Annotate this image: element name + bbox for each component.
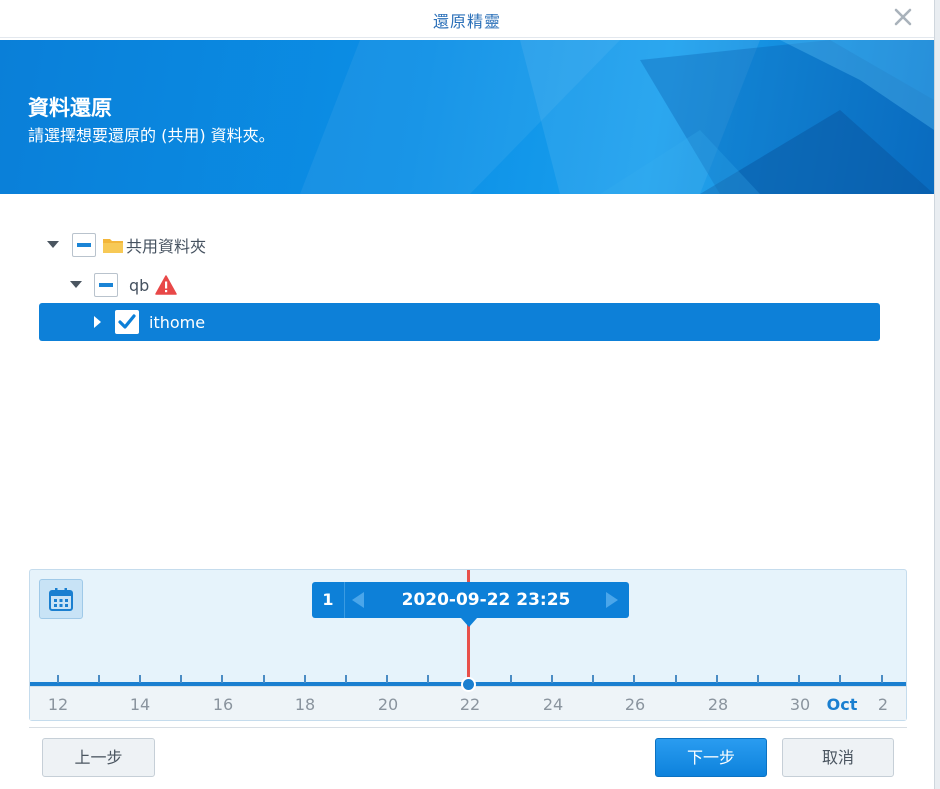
axis-label: 26 xyxy=(624,695,646,714)
version-count: 1 xyxy=(312,582,345,618)
axis-tick xyxy=(675,675,677,683)
cancel-button[interactable]: 取消 xyxy=(782,738,894,777)
window-edge xyxy=(934,0,940,789)
tree-item-label: qb xyxy=(129,275,150,295)
axis-tick xyxy=(757,675,759,683)
timeline-handle[interactable] xyxy=(461,677,476,692)
axis-label: 22 xyxy=(459,695,481,714)
axis-label-month: Oct xyxy=(826,695,858,714)
axis-tick xyxy=(839,675,841,683)
axis-tick xyxy=(633,675,635,683)
calendar-icon xyxy=(49,588,73,611)
axis-tick xyxy=(427,675,429,683)
tree-item-ithome[interactable]: ithome xyxy=(39,303,880,341)
tree-item-qb[interactable]: qb xyxy=(69,266,669,304)
folder-icon xyxy=(102,236,124,254)
title-bar: 還原精靈 xyxy=(0,0,934,38)
axis-label: 14 xyxy=(129,695,151,714)
axis-tick xyxy=(180,675,182,683)
axis-label: 28 xyxy=(707,695,729,714)
banner-title: 資料還原 xyxy=(28,96,112,120)
axis-tick xyxy=(798,675,800,683)
next-version-icon[interactable] xyxy=(602,591,620,609)
axis-tick xyxy=(57,675,59,683)
header-banner: 資料還原 請選擇想要還原的 (共用) 資料夾。 xyxy=(0,40,934,194)
axis-tick xyxy=(592,675,594,683)
axis-tick xyxy=(304,675,306,683)
partial-checkbox[interactable] xyxy=(94,273,118,297)
navigator-pointer xyxy=(461,618,477,627)
caret-right-icon[interactable] xyxy=(91,315,105,329)
current-version-datetime: 2020-09-22 23:25 xyxy=(401,590,571,610)
banner-decoration xyxy=(300,40,934,194)
banner-subtitle: 請選擇想要還原的 (共用) 資料夾。 xyxy=(28,126,275,145)
axis-label: 30 xyxy=(789,695,811,714)
tree-item-label: ithome xyxy=(149,312,206,332)
axis-tick xyxy=(510,675,512,683)
axis-tick xyxy=(551,675,553,683)
back-button[interactable]: 上一步 xyxy=(42,738,155,777)
axis-tick xyxy=(386,675,388,683)
partial-checkbox[interactable] xyxy=(72,233,96,257)
axis-tick xyxy=(881,675,883,683)
version-timeline[interactable]: 1 2020-09-22 23:25 12 14 16 18 20 22 24 … xyxy=(29,569,907,721)
tree-item-shared-folders[interactable]: 共用資料夾 xyxy=(46,226,646,264)
calendar-button[interactable] xyxy=(39,579,83,619)
caret-down-icon[interactable] xyxy=(69,278,83,292)
checked-checkbox[interactable] xyxy=(115,310,139,334)
warning-icon xyxy=(155,275,178,295)
axis-tick xyxy=(345,675,347,683)
axis-label: 16 xyxy=(212,695,234,714)
previous-version-icon[interactable] xyxy=(350,591,368,609)
window-title: 還原精靈 xyxy=(432,12,501,31)
axis-tick xyxy=(263,675,265,683)
axis-tick xyxy=(221,675,223,683)
axis-label: 2 xyxy=(877,695,889,714)
axis-label: 18 xyxy=(294,695,316,714)
axis-label: 24 xyxy=(542,695,564,714)
axis-label: 12 xyxy=(47,695,69,714)
version-navigator: 1 2020-09-22 23:25 xyxy=(312,582,629,618)
caret-down-icon[interactable] xyxy=(46,238,60,252)
tree-item-label: 共用資料夾 xyxy=(126,237,207,256)
close-icon[interactable] xyxy=(892,6,914,28)
next-button[interactable]: 下一步 xyxy=(655,738,767,777)
axis-tick xyxy=(98,675,100,683)
axis-tick xyxy=(139,675,141,683)
axis-tick xyxy=(716,675,718,683)
axis-label: 20 xyxy=(377,695,399,714)
footer-divider xyxy=(29,727,907,728)
